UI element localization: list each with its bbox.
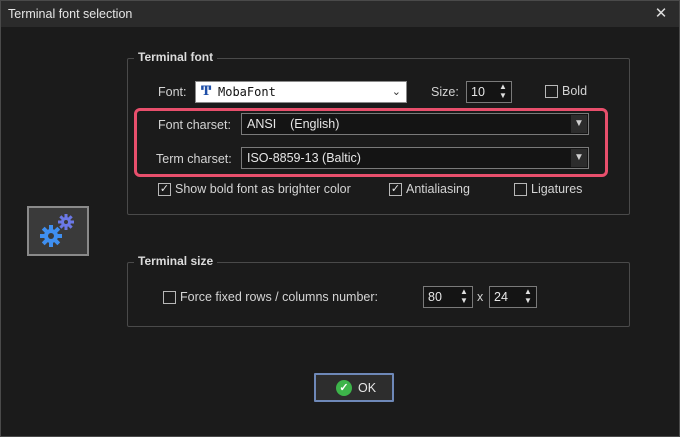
bright-bold-checkbox[interactable]: ✓ Show bold font as brighter color (158, 182, 358, 198)
bright-bold-label: Show bold font as brighter color (175, 182, 351, 196)
spin-up-icon[interactable]: ▲ (497, 82, 509, 91)
title-bar: Terminal font selection ✕ (1, 1, 679, 27)
force-fixed-checkbox-box[interactable] (163, 291, 176, 304)
size-label: Size: (431, 85, 459, 99)
spin-down-icon[interactable]: ▼ (497, 91, 509, 100)
cols-value: 24 (494, 290, 508, 304)
spin-up-icon[interactable]: ▲ (458, 287, 470, 296)
spin-up-icon[interactable]: ▲ (522, 287, 534, 296)
size-spin-arrows[interactable]: ▲ ▼ (497, 82, 509, 102)
bold-checkbox-box[interactable] (545, 85, 558, 98)
rows-value: 80 (428, 290, 442, 304)
font-label: Font: (158, 85, 187, 99)
bright-bold-checkbox-box[interactable]: ✓ (158, 183, 171, 196)
bold-label: Bold (562, 84, 588, 98)
ok-button[interactable]: ✓ OK (314, 373, 394, 402)
close-icon: ✕ (654, 5, 668, 22)
terminal-size-legend: Terminal size (134, 254, 218, 268)
spin-down-icon[interactable]: ▼ (522, 296, 534, 305)
close-button[interactable]: ✕ (647, 2, 675, 26)
window-title: Terminal font selection (8, 7, 133, 21)
antialiasing-checkbox[interactable]: ✓ Antialiasing (389, 182, 479, 198)
cols-spinner[interactable]: 24 ▲ ▼ (489, 286, 537, 308)
truetype-icon: Ͳ (201, 84, 212, 99)
size-spinner[interactable]: 10 ▲ ▼ (466, 81, 512, 103)
cols-spin-arrows[interactable]: ▲ ▼ (522, 287, 534, 307)
highlight-annotation (134, 108, 608, 177)
force-fixed-label: Force fixed rows / columns number: (180, 290, 378, 304)
ligatures-checkbox[interactable]: Ligatures (514, 182, 589, 198)
dialog-window: Terminal font selection ✕ Terminal font … (0, 0, 680, 437)
gears-icon (40, 214, 74, 247)
terminal-font-legend: Terminal font (134, 50, 218, 64)
spin-down-icon[interactable]: ▼ (458, 296, 470, 305)
rows-spin-arrows[interactable]: ▲ ▼ (458, 287, 470, 307)
ligatures-label: Ligatures (531, 182, 583, 196)
checkmark-circle-icon: ✓ (336, 380, 352, 396)
size-separator: x (477, 290, 484, 304)
ok-button-label: OK (358, 381, 377, 395)
settings-gears-icon (27, 206, 89, 256)
ligatures-checkbox-box[interactable] (514, 183, 527, 196)
size-value: 10 (471, 85, 485, 99)
rows-spinner[interactable]: 80 ▲ ▼ (423, 286, 473, 308)
font-select[interactable]: Ͳ MobaFont ⌄ (195, 81, 407, 103)
font-select-value: MobaFont (218, 85, 276, 99)
antialiasing-checkbox-box[interactable]: ✓ (389, 183, 402, 196)
chevron-down-icon: ⌄ (391, 86, 401, 98)
bold-checkbox[interactable]: Bold (545, 84, 595, 100)
force-fixed-checkbox[interactable]: Force fixed rows / columns number: (163, 290, 393, 306)
antialiasing-label: Antialiasing (406, 182, 470, 196)
